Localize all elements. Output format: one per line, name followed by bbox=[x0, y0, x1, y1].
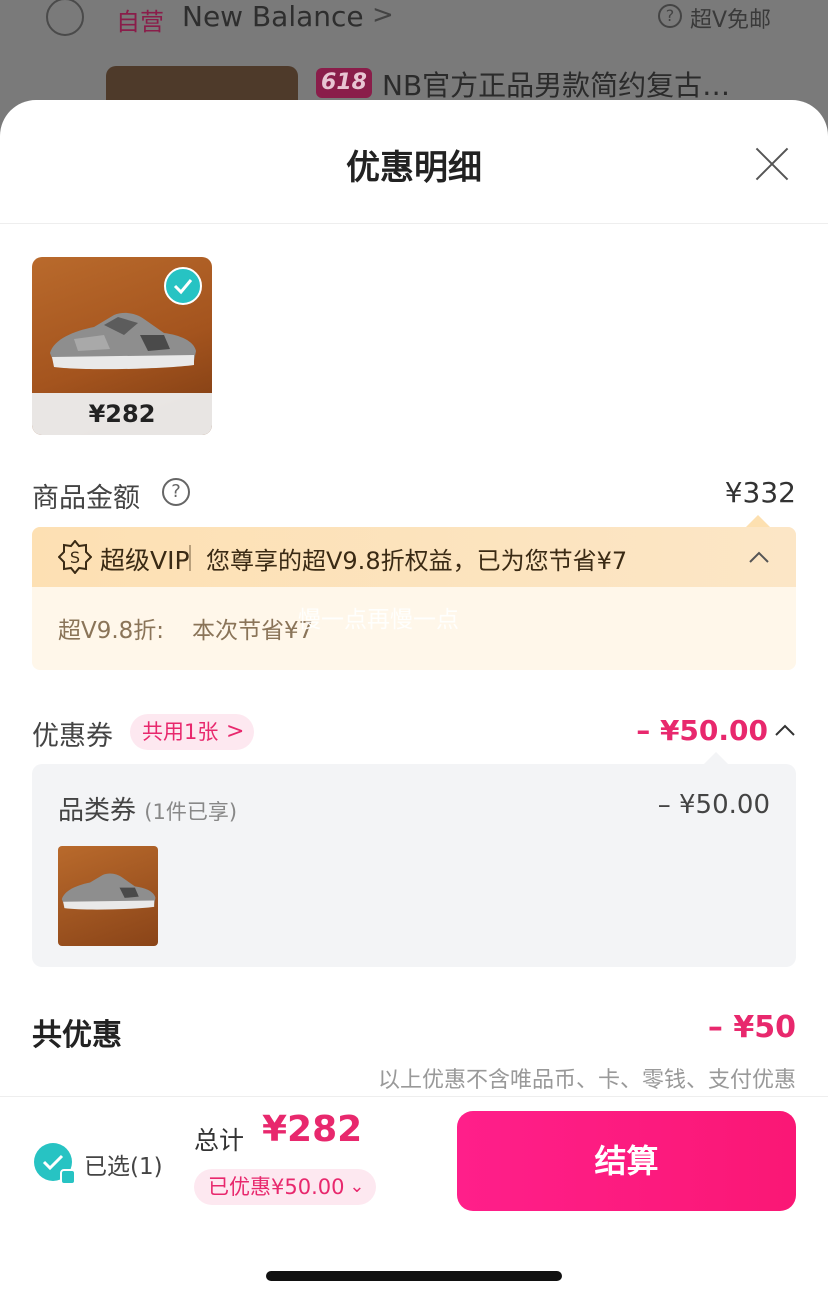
selected-check-icon[interactable] bbox=[164, 267, 202, 305]
saved-amount-pill[interactable]: 已优惠¥50.00 ⌄ bbox=[194, 1169, 377, 1205]
checkout-button[interactable]: 结算 bbox=[457, 1111, 796, 1211]
coupon-total: – ¥50.00 bbox=[636, 714, 768, 747]
coupon-item-name: 品类券 (1件已享) bbox=[58, 790, 237, 827]
goods-amount-label: 商品金额 bbox=[32, 483, 140, 514]
header-divider bbox=[0, 223, 828, 224]
chevron-up-icon[interactable] bbox=[748, 547, 770, 569]
home-indicator bbox=[266, 1271, 562, 1281]
shoe-image bbox=[50, 312, 196, 370]
help-icon[interactable]: ? bbox=[162, 478, 190, 506]
goods-amount-value: ¥332 bbox=[724, 476, 796, 509]
product-card[interactable]: ¥282 bbox=[32, 257, 212, 435]
shared-coupon-text: 共用1张 bbox=[142, 720, 219, 744]
chevron-down-icon: ⌄ bbox=[349, 1176, 365, 1197]
check-icon bbox=[42, 1154, 64, 1171]
coupon-item-note: (1件已享) bbox=[144, 800, 238, 824]
vip-benefit-text: 您尊享的超V9.8折权益，已为您节省¥7 bbox=[206, 547, 628, 575]
coupon-detail-panel: 品类券 (1件已享) – ¥50.00 bbox=[32, 752, 796, 967]
product-price: ¥282 bbox=[32, 393, 212, 435]
chevron-right-icon: > bbox=[372, 0, 394, 30]
total-discount-label: 共优惠 bbox=[32, 1018, 122, 1053]
shared-coupon-pill[interactable]: 共用1张 > bbox=[130, 714, 255, 750]
coupon-item-title: 品类券 bbox=[58, 796, 137, 826]
svg-text:S: S bbox=[70, 548, 80, 567]
store-select-radio bbox=[46, 0, 84, 36]
vip-detail-value: 本次节省¥7 bbox=[192, 618, 314, 644]
checkout-footer: 已选(1) 总计 ¥282 已优惠¥50.00 ⌄ 结算 bbox=[0, 1096, 828, 1296]
self-operated-tag: 自营 bbox=[116, 8, 164, 36]
promo-618-badge: 618 bbox=[316, 68, 372, 98]
coupon-item-amount: – ¥50.00 bbox=[657, 790, 770, 820]
discount-detail-sheet: 优惠明细 ¥282 商品金额 ? ¥332 S 超级VIP 您尊享的超V9.8折… bbox=[0, 100, 828, 1296]
total-price: ¥282 bbox=[262, 1109, 363, 1150]
toast-watermark: 慢一点再慢一点 bbox=[298, 607, 459, 633]
select-all-checkbox[interactable] bbox=[34, 1143, 76, 1185]
coupon-product-thumbnail bbox=[58, 846, 158, 946]
total-label: 总计 bbox=[194, 1126, 245, 1155]
lock-icon bbox=[60, 1169, 76, 1185]
help-icon: ? bbox=[658, 4, 682, 28]
coupon-label: 优惠券 bbox=[32, 721, 113, 752]
vip-name: 超级VIP bbox=[100, 546, 190, 575]
close-icon[interactable] bbox=[752, 144, 792, 184]
vip-detail-label: 超V9.8折: bbox=[58, 618, 165, 644]
store-name: New Balance bbox=[182, 0, 364, 33]
selected-count: 已选(1) bbox=[84, 1154, 163, 1180]
vip-header[interactable]: S 超级VIP 您尊享的超V9.8折权益，已为您节省¥7 bbox=[32, 527, 796, 587]
chevron-up-icon[interactable] bbox=[774, 720, 796, 742]
total-discount-value: – ¥50 bbox=[707, 1010, 796, 1045]
product-title: NB官方正品男款简约复古… bbox=[382, 69, 731, 102]
vip-badge-icon: S bbox=[58, 540, 92, 574]
total-discount-note: 以上优惠不含唯品币、卡、零钱、支付优惠 bbox=[377, 1068, 796, 1093]
free-shipping-label: 超V免邮 bbox=[690, 8, 772, 33]
vip-discount-panel: S 超级VIP 您尊享的超V9.8折权益，已为您节省¥7 超V9.8折: 本次节… bbox=[32, 515, 796, 670]
chevron-right-icon: > bbox=[225, 719, 245, 744]
sheet-title: 优惠明细 bbox=[346, 148, 482, 188]
saved-amount-text: 已优惠¥50.00 bbox=[208, 1175, 345, 1199]
divider bbox=[189, 545, 191, 571]
